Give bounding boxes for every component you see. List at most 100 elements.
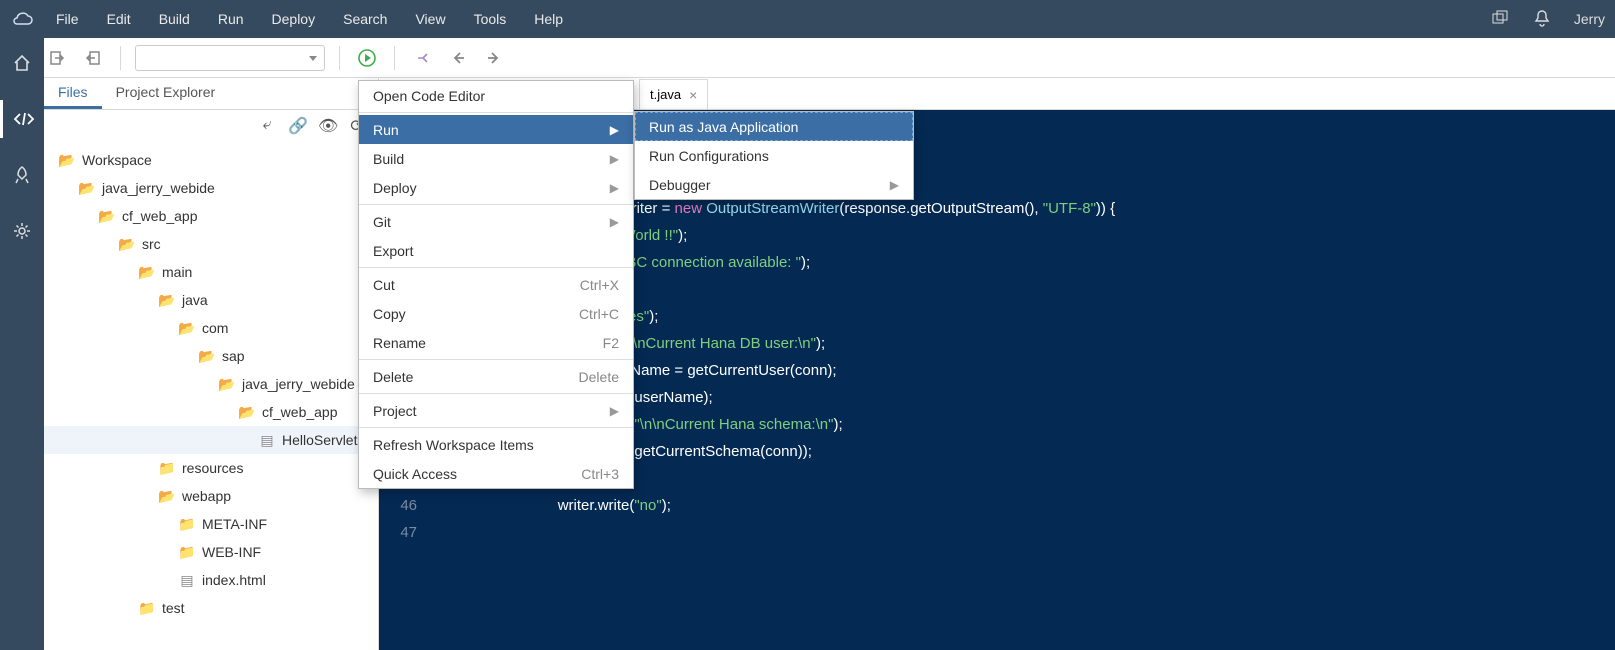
code-text: writer.write("no"); (441, 497, 671, 514)
tree-label: META-INF (202, 516, 267, 532)
tree-label: java_jerry_webide (102, 180, 215, 196)
submenu-debugger[interactable]: Debugger▶ (635, 170, 913, 199)
shortcut: F2 (603, 335, 619, 351)
rail-settings-icon[interactable] (0, 212, 44, 250)
tree-file-servlet[interactable]: ▤HelloServlet (44, 426, 378, 454)
bell-icon[interactable] (1534, 9, 1550, 30)
tree-java[interactable]: 📂java (44, 286, 378, 314)
chevron-right-icon: ▶ (610, 123, 619, 137)
export-icon[interactable] (80, 45, 106, 71)
nav-back-icon[interactable] (445, 45, 471, 71)
chevron-right-icon: ▶ (610, 404, 619, 418)
ctx-copy[interactable]: CopyCtrl+C (359, 299, 633, 328)
tree-main[interactable]: 📂main (44, 258, 378, 286)
toolbar (0, 38, 1615, 78)
submenu-run: Run as Java Application Run Configuratio… (634, 111, 914, 200)
link-icon[interactable]: 🔗 (288, 116, 306, 136)
tree-webapp[interactable]: 📂webapp (44, 482, 378, 510)
tree-com[interactable]: 📂com (44, 314, 378, 342)
shortcut: Ctrl+3 (581, 466, 619, 482)
eye-icon[interactable]: 👁 (318, 116, 336, 136)
ctx-open-code-editor[interactable]: Open Code Editor (359, 81, 633, 110)
editor-tab-label: t.java (650, 87, 681, 102)
shortcut: Delete (579, 369, 619, 385)
ctx-cut[interactable]: CutCtrl+X (359, 270, 633, 299)
tree-workspace[interactable]: 📂Workspace (44, 146, 378, 174)
tree-app[interactable]: 📂cf_web_app (44, 202, 378, 230)
tree-label: resources (182, 460, 243, 476)
run-config-dropdown[interactable] (135, 45, 325, 71)
ctx-rename[interactable]: RenameF2 (359, 328, 633, 357)
tree-src[interactable]: 📂src (44, 230, 378, 258)
tree-index[interactable]: ▤index.html (44, 566, 378, 594)
nav-forward-icon[interactable] (481, 45, 507, 71)
chevron-right-icon: ▶ (610, 215, 619, 229)
run-icon[interactable] (354, 45, 380, 71)
menu-deploy[interactable]: Deploy (272, 11, 316, 27)
ctx-project[interactable]: Project▶ (359, 396, 633, 425)
rail-rocket-icon[interactable] (0, 156, 44, 194)
ctx-refresh[interactable]: Refresh Workspace Items (359, 430, 633, 459)
menu-tools[interactable]: Tools (474, 11, 507, 27)
separator (359, 427, 633, 428)
separator (359, 112, 633, 113)
tree-pkg-app[interactable]: 📂cf_web_app (44, 398, 378, 426)
ctx-quick-access[interactable]: Quick AccessCtrl+3 (359, 459, 633, 488)
tree-project[interactable]: 📂java_jerry_webide (44, 174, 378, 202)
tree-label: java (182, 292, 208, 308)
tree-pkg[interactable]: 📂java_jerry_webide (44, 370, 378, 398)
code-line: 47 (379, 519, 1615, 546)
menu-search[interactable]: Search (343, 11, 387, 27)
menu-view[interactable]: View (415, 11, 445, 27)
tree-label: cf_web_app (262, 404, 338, 420)
rail-code-icon[interactable] (0, 100, 44, 138)
shortcut: Ctrl+X (580, 277, 619, 293)
tab-project-explorer[interactable]: Project Explorer (102, 78, 230, 109)
tree-label: sap (222, 348, 245, 364)
menu-run[interactable]: Run (218, 11, 244, 27)
side-tabs: Files Project Explorer (44, 78, 378, 110)
left-rail (0, 38, 44, 650)
menu-file[interactable]: File (56, 11, 79, 27)
submenu-run-java[interactable]: Run as Java Application (635, 112, 913, 141)
tree-resources[interactable]: 📁resources (44, 454, 378, 482)
rail-home-icon[interactable] (0, 44, 44, 82)
user-name[interactable]: Jerry (1574, 11, 1605, 27)
separator (359, 393, 633, 394)
windows-icon[interactable] (1492, 10, 1510, 29)
tree-metainf[interactable]: 📁META-INF (44, 510, 378, 538)
ctx-export[interactable]: Export (359, 236, 633, 265)
tree-label: webapp (182, 488, 231, 504)
nav-branch-icon[interactable] (409, 45, 435, 71)
import-icon[interactable] (44, 45, 70, 71)
tree-label: Workspace (82, 152, 152, 168)
tree-label: src (142, 236, 161, 252)
ctx-git[interactable]: Git▶ (359, 207, 633, 236)
ctx-delete[interactable]: DeleteDelete (359, 362, 633, 391)
tree-test[interactable]: 📁test (44, 594, 378, 622)
chevron-right-icon: ▶ (610, 152, 619, 166)
submenu-run-config[interactable]: Run Configurations (635, 141, 913, 170)
editor-tab[interactable]: t.java × (639, 79, 708, 109)
tree-label: cf_web_app (122, 208, 198, 224)
tree-label: com (202, 320, 228, 336)
tree-sap[interactable]: 📂sap (44, 342, 378, 370)
tab-files[interactable]: Files (44, 78, 102, 109)
ctx-build[interactable]: Build▶ (359, 144, 633, 173)
separator (339, 46, 340, 70)
separator (394, 46, 395, 70)
tree-webinf[interactable]: 📁WEB-INF (44, 538, 378, 566)
tree-label: java_jerry_webide (242, 376, 355, 392)
menu-edit[interactable]: Edit (107, 11, 131, 27)
top-menus: File Edit Build Run Deploy Search View T… (56, 11, 1492, 27)
side-toolbar: ⤶ 🔗 👁 ⟳ (44, 110, 378, 142)
ctx-run[interactable]: Run▶ (359, 115, 633, 144)
cloud-icon[interactable] (0, 11, 44, 27)
separator (359, 359, 633, 360)
collapse-icon[interactable]: ⤶ (258, 116, 276, 136)
gutter: 47 (379, 524, 427, 541)
close-icon[interactable]: × (689, 87, 697, 103)
menu-build[interactable]: Build (159, 11, 190, 27)
ctx-deploy[interactable]: Deploy▶ (359, 173, 633, 202)
menu-help[interactable]: Help (534, 11, 563, 27)
